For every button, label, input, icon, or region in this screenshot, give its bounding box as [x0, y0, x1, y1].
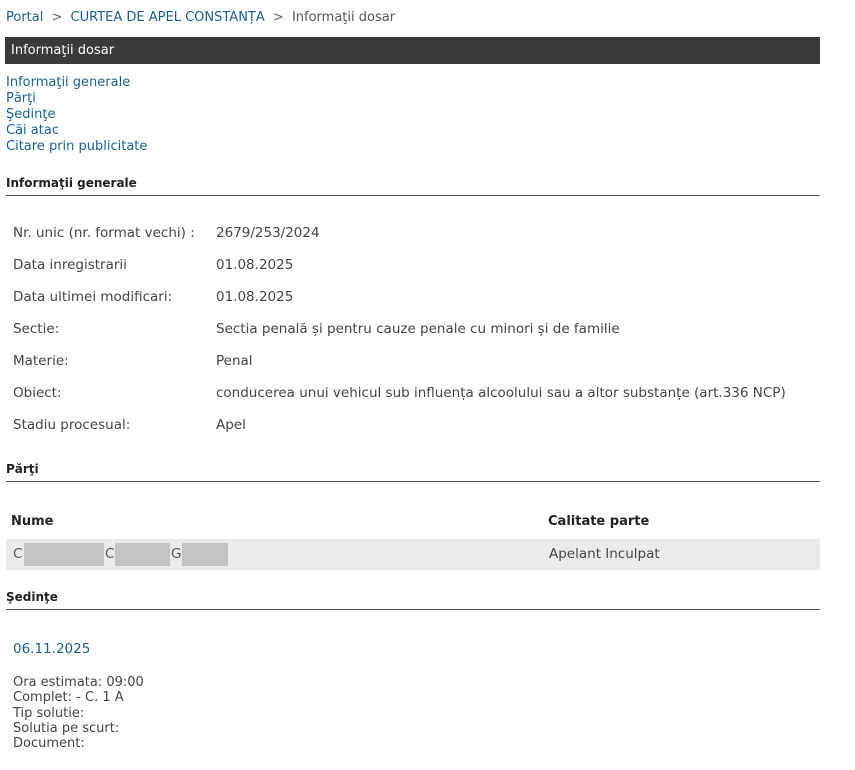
- hearing-details: Ora estimata: 09:00 Complet: - C. 1 A Ti…: [13, 675, 144, 751]
- nav-link-informatii-generale[interactable]: Informaţii generale: [6, 75, 147, 91]
- info-label: Stadiu procesual:: [13, 417, 131, 433]
- nav-link-parti[interactable]: Părţi: [6, 91, 147, 107]
- breadcrumb-separator: >: [51, 10, 63, 25]
- parti-column-header-role: Calitate parte: [548, 514, 650, 529]
- info-value: 2679/253/2024: [216, 225, 320, 241]
- parti-column-header-name: Nume: [11, 514, 54, 529]
- info-label: Sectie:: [13, 321, 60, 337]
- nav-link-citare-prin-publicitate[interactable]: Citare prin publicitate: [6, 139, 147, 155]
- breadcrumb-current: Informaţii dosar: [291, 10, 396, 25]
- info-label: Obiect:: [13, 385, 62, 401]
- breadcrumb: Portal > CURTEA DE APEL CONSTANȚA > Info…: [6, 10, 395, 25]
- page-title-bar: Informaţii dosar: [5, 37, 820, 64]
- hearing-detail-tip-solutie: Tip solutie:: [13, 705, 85, 721]
- info-value: 01.08.2025: [216, 289, 294, 305]
- breadcrumb-portal-link[interactable]: Portal: [6, 10, 43, 25]
- info-value: 01.08.2025: [216, 257, 294, 273]
- hearing-detail-solutia: Solutia pe scurt:: [13, 720, 120, 736]
- party-name-initial: C: [105, 546, 115, 562]
- hearing-detail-complet: Complet: - C. 1 A: [13, 690, 124, 706]
- hearing-date: 06.11.2025: [13, 641, 91, 657]
- breadcrumb-separator: >: [272, 10, 284, 25]
- party-name-initial: G: [171, 546, 182, 562]
- page-title: Informaţii dosar: [11, 43, 115, 58]
- party-name-initial: C: [13, 546, 23, 562]
- table-row: C C G Apelant Inculpat: [6, 539, 820, 570]
- section-title-general: Informaţii generale: [6, 176, 137, 190]
- info-value: Penal: [216, 353, 253, 369]
- section-title-sedinte-label: Şedinţe: [6, 590, 58, 604]
- hearing-detail-ora: Ora estimata: 09:00: [13, 675, 144, 690]
- info-label: Materie:: [13, 353, 69, 369]
- section-heading-general: Informaţii generale: [6, 176, 820, 196]
- section-heading-parti: Părţi: [6, 462, 820, 482]
- info-label: Data ultimei modificari:: [13, 289, 173, 305]
- redacted-name-block: [182, 543, 228, 566]
- info-label: Data inregistrarii: [13, 257, 127, 273]
- info-label: Nr. unic (nr. format vechi) :: [13, 225, 195, 241]
- info-value: Apel: [216, 417, 246, 433]
- redacted-name-block: [115, 543, 170, 566]
- section-title-parti: Părţi: [6, 462, 39, 476]
- party-role: Apelant Inculpat: [549, 546, 660, 562]
- breadcrumb-court-link[interactable]: CURTEA DE APEL CONSTANȚA: [71, 10, 265, 25]
- redacted-name-block: [24, 543, 104, 566]
- section-heading-sedinte: 06.11.2025 Şedinţe: [6, 590, 820, 610]
- hearing-detail-document: Document:: [13, 736, 85, 752]
- nav-link-sedinte[interactable]: Şedinţe: [6, 107, 147, 123]
- info-value: Sectia penală și pentru cauze penale cu …: [216, 321, 620, 337]
- info-value: conducerea unui vehicul sub influența al…: [216, 385, 786, 401]
- nav-link-cai-atac[interactable]: Căi atac: [6, 123, 147, 139]
- section-nav: Informaţii generale Părţi Şedinţe Căi at…: [6, 75, 147, 155]
